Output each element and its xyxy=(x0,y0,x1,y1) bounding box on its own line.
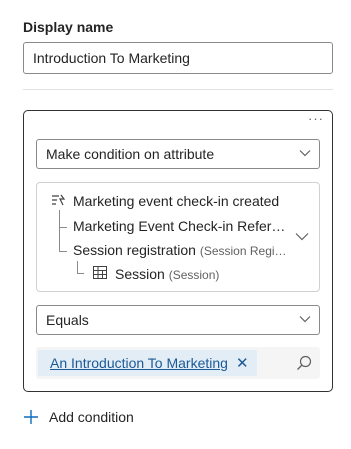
display-name-input[interactable]: Introduction To Marketing xyxy=(23,42,333,74)
attribute-path-tree[interactable]: Marketing event check-in created Marketi… xyxy=(36,182,320,292)
value-lookup-field[interactable]: An Introduction To Marketing ✕ xyxy=(36,347,320,379)
event-checkin-icon xyxy=(52,194,66,206)
operator-select[interactable]: Equals xyxy=(36,305,320,335)
attribute-select-value: Make condition on attribute xyxy=(46,146,215,162)
value-chip: An Introduction To Marketing ✕ xyxy=(38,350,257,376)
value-chip-link[interactable]: An Introduction To Marketing xyxy=(50,355,228,371)
tree-connector xyxy=(59,210,60,227)
condition-card: ··· Make condition on attribute Marketin… xyxy=(23,110,333,392)
display-name-label: Display name xyxy=(23,19,114,35)
divider xyxy=(23,89,333,90)
remove-chip-icon[interactable]: ✕ xyxy=(236,356,249,371)
tree-connector xyxy=(59,227,60,251)
operator-select-value: Equals xyxy=(46,312,89,328)
path-item-root: Marketing event check-in created xyxy=(73,193,280,209)
chevron-down-icon xyxy=(299,316,311,323)
path-item-reference: Marketing Event Check-in Refer… xyxy=(73,218,286,234)
tree-connector xyxy=(59,227,67,228)
tree-connector xyxy=(77,261,78,273)
search-icon[interactable] xyxy=(296,355,312,371)
tree-connector xyxy=(59,251,67,252)
path-item-session: Session (Session) xyxy=(115,266,220,282)
attribute-select[interactable]: Make condition on attribute xyxy=(36,139,320,169)
more-options-icon[interactable]: ··· xyxy=(308,112,324,126)
table-entity-icon xyxy=(93,266,107,279)
plus-icon xyxy=(24,410,38,424)
path-item-registration: Session registration (Session Regi… xyxy=(73,242,287,258)
tree-connector xyxy=(77,273,84,274)
chevron-down-icon[interactable] xyxy=(295,232,309,241)
add-condition-label: Add condition xyxy=(49,409,134,425)
chevron-down-icon xyxy=(299,150,311,157)
add-condition-button[interactable]: Add condition xyxy=(23,406,134,428)
